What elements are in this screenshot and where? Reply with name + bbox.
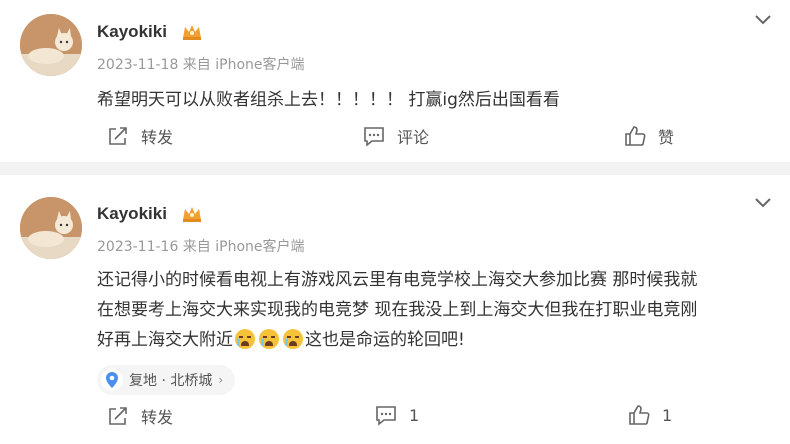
comment-text: 希望明天可以从败者组杀上去！！！！！ 打赢ig然后出国看看 (97, 90, 560, 110)
comment-card-1: Kayokiki 2023-11-18 来自 iPhone客户端 希望明天可以从… (0, 0, 790, 162)
share-button[interactable]: 转发 (107, 124, 173, 148)
like-label: 赞 (658, 128, 675, 147)
like-count: 1 (662, 405, 673, 425)
comment-icon (376, 406, 396, 426)
share-button[interactable]: 转发 (107, 404, 173, 428)
comment-text-line: 好再上海交大附近 这也是命运的轮回吧! (97, 325, 767, 355)
comment-button[interactable]: 1 (375, 404, 419, 426)
cat-avatar (20, 197, 82, 259)
comment-count: 1 (409, 405, 420, 425)
like-button[interactable]: 赞 (624, 124, 674, 148)
cat-avatar (20, 14, 82, 76)
like-button[interactable]: 1 (628, 404, 672, 426)
location-label: 复地 · 北桥城 (129, 373, 213, 389)
comment-text-segment: 这也是命运的轮回吧! (305, 330, 465, 350)
comment-button[interactable]: 评论 (363, 124, 429, 148)
user-avatar[interactable] (20, 197, 82, 259)
comment-text-segment: 好再上海交大附近 (97, 330, 233, 350)
comment-icon (364, 127, 384, 147)
action-bar: 转发 1 1 (0, 404, 790, 434)
separator (0, 162, 790, 175)
sob-emoji-icon (259, 329, 279, 349)
chevron-down-icon[interactable] (754, 197, 772, 209)
comment-label: 评论 (397, 128, 430, 147)
user-avatar[interactable] (20, 14, 82, 76)
action-bar: 转发 评论 赞 (0, 124, 790, 154)
share-label: 转发 (141, 128, 174, 147)
share-label: 转发 (141, 408, 174, 427)
sob-emoji-icon (283, 329, 303, 349)
crown-icon (183, 207, 201, 222)
comment-card-2: Kayokiki 2023-11-16 来自 iPhone客户端 还记得小的时候… (0, 175, 790, 444)
comment-meta: 2023-11-18 来自 iPhone客户端 (97, 57, 305, 73)
like-icon (625, 126, 646, 146)
username[interactable]: Kayokiki (97, 204, 167, 224)
sob-emoji-icon (235, 329, 255, 349)
share-icon (109, 407, 127, 425)
comment-text-line: 在想要考上海交大来实现我的电竞梦 现在我没上到上海交大但我在打职业电竞刚 (97, 300, 698, 320)
share-icon (109, 127, 127, 145)
crown-icon (183, 25, 201, 40)
location-tag[interactable]: 复地 · 北桥城 › (97, 365, 236, 395)
comment-meta: 2023-11-16 来自 iPhone客户端 (97, 239, 305, 255)
comment-text: 还记得小的时候看电视上有游戏风云里有电竞学校上海交大参加比赛 那时候我就 在想要… (97, 265, 767, 355)
location-pin-icon (101, 369, 123, 391)
username[interactable]: Kayokiki (97, 22, 167, 42)
comment-text-line: 还记得小的时候看电视上有游戏风云里有电竞学校上海交大参加比赛 那时候我就 (97, 270, 698, 290)
chevron-down-icon[interactable] (754, 14, 772, 26)
like-icon (629, 405, 650, 425)
chevron-right-icon: › (218, 373, 224, 387)
